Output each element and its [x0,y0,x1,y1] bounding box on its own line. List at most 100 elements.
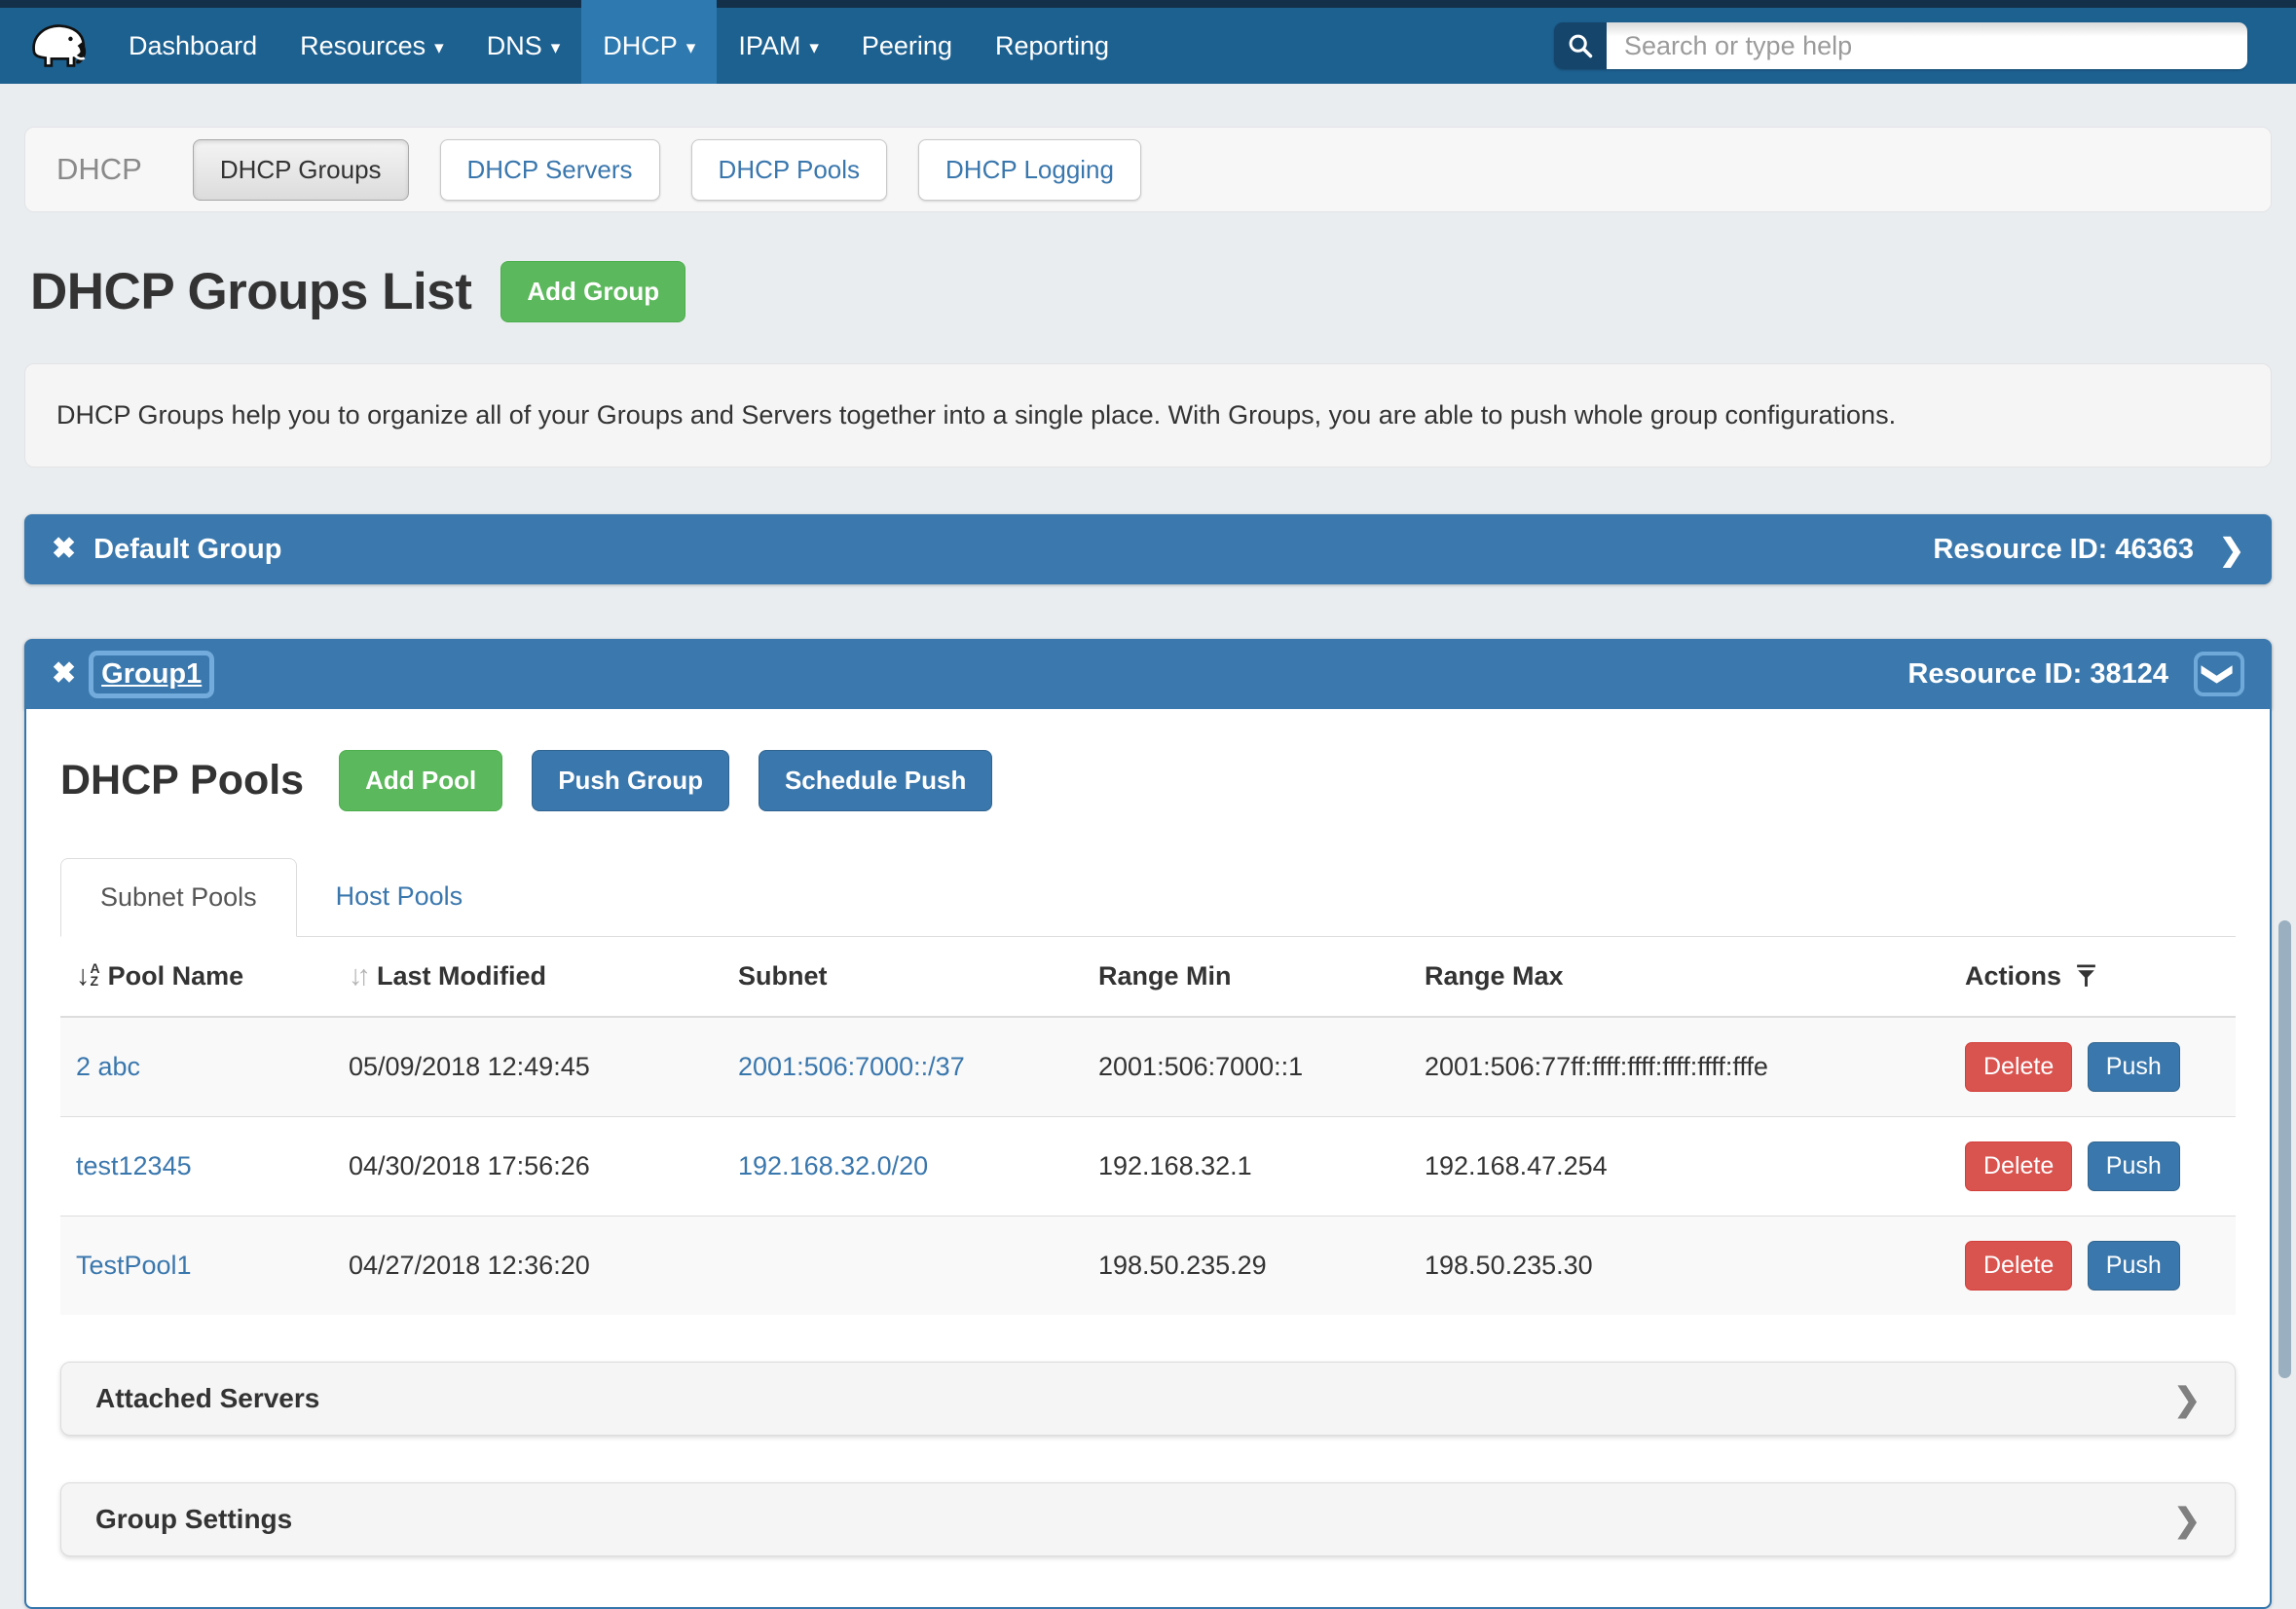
header-label: Range Max [1425,961,1564,991]
description-panel: DHCP Groups help you to organize all of … [24,363,2272,468]
push-button[interactable]: Push [2088,1241,2180,1291]
pool-name-link[interactable]: 2 abc [76,1052,140,1081]
header-actions[interactable]: Actions [1949,937,2236,1017]
nav-item-peering[interactable]: Peering [840,8,974,84]
header-label: Pool Name [108,961,244,992]
group-settings-label: Group Settings [95,1504,292,1535]
nav-item-label: Dashboard [129,31,257,61]
range-max-cell: 198.50.235.30 [1409,1216,1949,1316]
last-modified-cell: 04/27/2018 12:36:20 [333,1216,722,1316]
subnet-pools-table: ↓ A Z Pool Name ↓ [60,937,2236,1315]
push-button[interactable]: Push [2088,1042,2180,1092]
delete-button[interactable]: Delete [1965,1042,2072,1092]
sort-arrow-down: ↓ [76,962,91,991]
add-pool-button[interactable]: Add Pool [339,750,502,811]
tab-host-pools[interactable]: Host Pools [297,858,502,937]
group-card-group1: ✖ Group1 Resource ID: 38124 ❯ DHCP Pools… [24,639,2272,1609]
header-label: Range Min [1098,961,1232,991]
attached-servers-label: Attached Servers [95,1383,319,1414]
subnav-button-dhcp-pools[interactable]: DHCP Pools [691,139,887,201]
navbar: Dashboard Resources ▾ DNS ▾ DHCP▾ IPAM ▾ Pe… [0,8,2296,84]
chevron-right-icon: ❯ [2173,1380,2201,1418]
header-label: Subnet [738,961,828,991]
chevron-right-icon: ❯ [2173,1501,2201,1539]
header-subnet[interactable]: Subnet [722,937,1083,1017]
resource-id-label: Resource ID: 46363 [1933,534,2194,566]
tab-subnet-pools[interactable]: Subnet Pools [60,858,297,937]
caret-down-icon: ▾ [686,35,696,57]
filter-icon[interactable] [2075,964,2097,989]
pool-name-link[interactable]: TestPool1 [76,1251,192,1280]
nav-item-label: Reporting [995,31,1109,61]
subnet-link[interactable]: 2001:506:7000::/37 [738,1052,965,1081]
last-modified-cell: 04/30/2018 17:56:26 [333,1117,722,1216]
collapse-toggle-button[interactable]: ❯ [2194,652,2244,696]
sort-alpha-icon: ↓ A Z [76,962,100,991]
group-name-editable[interactable]: Group1 [93,655,209,693]
table-row: TestPool1 04/27/2018 12:36:20 198.50.235… [60,1216,2236,1316]
page-title: DHCP Groups List [30,262,471,321]
search-input[interactable] [1607,22,2247,69]
nav-item-label: Resources [300,31,426,61]
close-icon[interactable]: ✖ [52,535,76,564]
subnet-link[interactable]: 192.168.32.0/20 [738,1151,928,1180]
range-min-cell: 2001:506:7000::1 [1083,1017,1409,1117]
nav-item-dashboard[interactable]: Dashboard [107,8,278,84]
group-name[interactable]: Default Group [93,534,281,566]
sort-updown-icon: ↓↑ [349,960,365,992]
delete-button[interactable]: Delete [1965,1241,2072,1291]
nav-item-label: IPAM [738,31,800,61]
title-row: DHCP Groups List Add Group [30,261,2272,322]
subnav-button-dhcp-groups[interactable]: DHCP Groups [193,139,409,201]
caret-down-icon: ▾ [434,35,444,57]
group-bar-group1[interactable]: ✖ Group1 Resource ID: 38124 ❯ [24,639,2272,709]
nav-item-resources[interactable]: Resources ▾ [278,8,465,84]
range-max-cell: 2001:506:77ff:ffff:ffff:ffff:ffff:fffe [1409,1017,1949,1117]
nav-item-label: DNS [487,31,542,61]
table-row: test12345 04/30/2018 17:56:26 192.168.32… [60,1117,2236,1216]
pool-name-link[interactable]: test12345 [76,1151,192,1180]
group-bar-default-group[interactable]: ✖ Default Group Resource ID: 46363 ❯ [24,514,2272,584]
delete-button[interactable]: Delete [1965,1141,2072,1191]
add-group-button[interactable]: Add Group [500,261,685,322]
scrollbar-thumb[interactable] [2278,920,2291,1378]
nav-item-label: Peering [862,31,952,61]
header-last-modified[interactable]: ↓↑ Last Modified [333,937,722,1017]
logo-mammoth-icon[interactable] [27,19,90,73]
search-icon [1567,32,1594,59]
group-body: DHCP Pools Add Pool Push Group Schedule … [24,709,2272,1609]
table-header-row: ↓ A Z Pool Name ↓ [60,937,2236,1017]
nav-item-ipam[interactable]: IPAM ▾ [717,8,840,84]
pool-tabs: Subnet Pools Host Pools [60,858,2236,937]
nav-item-reporting[interactable]: Reporting [974,8,1130,84]
header-range-max[interactable]: Range Max [1409,937,1949,1017]
range-min-cell: 192.168.32.1 [1083,1117,1409,1216]
sort-letter-z: Z [91,975,100,988]
range-max-cell: 192.168.47.254 [1409,1117,1949,1216]
subnav-button-dhcp-logging[interactable]: DHCP Logging [918,139,1141,201]
nav-item-dns[interactable]: DNS ▾ [465,8,582,84]
search-button[interactable] [1554,22,1607,69]
caret-down-icon: ▾ [551,35,561,57]
pools-section-title: DHCP Pools [60,757,304,804]
chevron-down-icon: ❯ [2204,661,2235,687]
header-pool-name[interactable]: ↓ A Z Pool Name [60,937,333,1017]
subnav-button-dhcp-servers[interactable]: DHCP Servers [440,139,660,201]
dhcp-subnav-panel: DHCP DHCP Groups DHCP Servers DHCP Pools… [24,127,2272,212]
close-icon[interactable]: ✖ [52,659,76,689]
push-button[interactable]: Push [2088,1141,2180,1191]
top-stripe [0,0,2296,8]
header-range-min[interactable]: Range Min [1083,937,1409,1017]
push-group-button[interactable]: Push Group [532,750,729,811]
chevron-right-icon[interactable]: ❯ [2219,535,2244,565]
last-modified-cell: 05/09/2018 12:49:45 [333,1017,722,1117]
nav-item-dhcp[interactable]: DHCP▾ [581,8,717,84]
header-label: Last Modified [377,961,546,992]
group-settings-panel[interactable]: Group Settings ❯ [60,1482,2236,1556]
group-bar-right: Resource ID: 46363 ❯ [1933,534,2244,566]
caret-down-icon: ▾ [809,35,819,57]
schedule-push-button[interactable]: Schedule Push [759,750,992,811]
range-min-cell: 198.50.235.29 [1083,1216,1409,1316]
description-text: DHCP Groups help you to organize all of … [56,400,1896,430]
attached-servers-panel[interactable]: Attached Servers ❯ [60,1362,2236,1436]
